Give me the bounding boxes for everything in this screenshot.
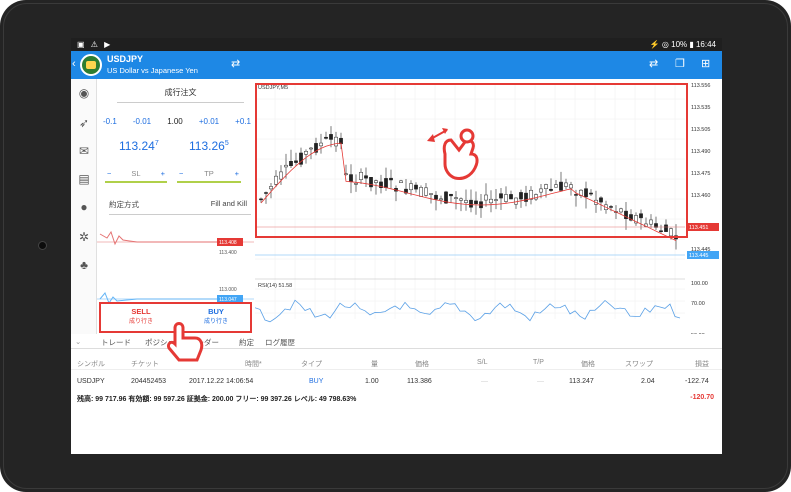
- order-panel: 成行注文 -0.1 -0.01 1.00 +0.01 +0.1 113.247 …: [97, 79, 254, 334]
- col-price[interactable]: 価格: [581, 359, 595, 369]
- back-icon[interactable]: ‹: [72, 58, 76, 70]
- chat-icon[interactable]: ●: [76, 199, 92, 215]
- switch-icon[interactable]: ⇄: [231, 57, 240, 70]
- symbol-title: USDJPY: [107, 54, 144, 64]
- bid-price-tag: 113.445: [689, 253, 708, 259]
- currency-flag-icon: [80, 54, 102, 76]
- rsi-label: RSI(14) 51.58: [258, 283, 292, 289]
- step-plus-01[interactable]: +0.1: [235, 117, 251, 126]
- bid-price: 113.247: [119, 139, 159, 153]
- step-minus-01[interactable]: -0.1: [103, 117, 117, 126]
- col-symbol[interactable]: シンボル: [77, 359, 105, 369]
- status-right: ⚡ ◎ 10% ▮ 16:44: [649, 40, 716, 49]
- sl-field[interactable]: − SL +: [105, 169, 167, 183]
- volume-value[interactable]: 1.00: [167, 117, 183, 126]
- tp-field[interactable]: − TP +: [177, 169, 241, 183]
- mail-icon[interactable]: ✉: [76, 143, 92, 159]
- step-plus-001[interactable]: +0.01: [199, 117, 219, 126]
- order-type-select[interactable]: 成行注文: [117, 87, 244, 103]
- new-document-icon[interactable]: ⊞: [701, 57, 710, 70]
- tab-history[interactable]: ログ履歴: [265, 337, 295, 348]
- current-price-tag: 113.451: [689, 225, 708, 231]
- col-profit[interactable]: 損益: [695, 359, 709, 369]
- price-tick: 113.535: [691, 105, 710, 111]
- mini-chart-bid: 113.408 113.400: [97, 230, 254, 256]
- camera-lens: [38, 241, 47, 250]
- sl-label: SL: [131, 169, 141, 178]
- mini-ask-price: 113.000: [219, 287, 237, 293]
- sl-plus-button[interactable]: +: [161, 169, 165, 178]
- screen: ▣ ⚠ ▶ ⚡ ◎ 10% ▮ 16:44 ‹ USDJPY US Dollar…: [71, 38, 722, 454]
- col-ticket[interactable]: チケット: [131, 359, 159, 369]
- fill-label: 約定方式: [109, 200, 139, 209]
- app-bar: ‹ USDJPY US Dollar vs Japanese Yen ⇄ ⇄ ❐…: [71, 51, 722, 79]
- settings-icon[interactable]: ✲: [76, 229, 92, 245]
- status-left-icons: ▣ ⚠ ▶: [77, 40, 113, 49]
- account-summary: 残高: 99 717.96 有効額: 99 597.26 証拠金: 200.00…: [77, 396, 357, 403]
- symbol-description: US Dollar vs Japanese Yen: [107, 66, 198, 75]
- tap-gesture-icon: [167, 322, 204, 362]
- fill-policy-select[interactable]: 約定方式 Fill and Kill: [109, 199, 251, 215]
- rocket-icon[interactable]: ➶: [76, 115, 92, 131]
- quotes-icon[interactable]: ◉: [76, 85, 92, 101]
- price-tick: 113.460: [691, 193, 710, 199]
- rsi-tick: 100.00: [691, 281, 708, 287]
- total-profit: -120.70: [690, 394, 714, 401]
- price-tick: 113.505: [691, 127, 710, 133]
- mini-bid-price2: 113.400: [219, 250, 237, 256]
- price-tick: 113.475: [691, 171, 710, 177]
- fill-value: Fill and Kill: [210, 199, 247, 208]
- mini-bid-price: 113.408: [219, 240, 237, 246]
- col-swap[interactable]: スワップ: [625, 359, 653, 369]
- ask-price: 113.265: [189, 139, 229, 153]
- volume-steps: -0.1 -0.01 1.00 +0.01 +0.1: [103, 117, 251, 126]
- tp-plus-button[interactable]: +: [235, 169, 239, 178]
- col-time[interactable]: 時間*: [245, 359, 262, 369]
- tp-label: TP: [204, 169, 214, 178]
- tab-deals[interactable]: 約定: [239, 337, 254, 348]
- table-row[interactable]: USDJPY 204452453 2017.12.22 14:06:54 BUY…: [71, 375, 722, 389]
- rsi-tick: 50.00: [691, 333, 705, 334]
- left-nav: ◉ ➶ ✉ ▤ ● ✲ ♣: [71, 79, 97, 334]
- community-icon[interactable]: ♣: [76, 257, 92, 273]
- col-volume[interactable]: 量: [371, 359, 378, 369]
- col-sl[interactable]: S/L: [477, 359, 488, 366]
- col-tp[interactable]: T/P: [533, 359, 544, 366]
- price-tick: 113.556: [691, 83, 710, 89]
- price-tick: 113.490: [691, 149, 710, 155]
- pinch-gesture-icon: [427, 128, 479, 180]
- status-bar: ▣ ⚠ ▶ ⚡ ◎ 10% ▮ 16:44: [71, 38, 722, 51]
- step-minus-001[interactable]: -0.01: [133, 117, 151, 126]
- rsi-tick: 70.00: [691, 301, 705, 307]
- news-icon[interactable]: ▤: [76, 171, 92, 187]
- tabs-chevron-icon[interactable]: ⌄: [75, 337, 81, 346]
- windows-icon[interactable]: ❐: [675, 57, 685, 70]
- col-type[interactable]: タイプ: [301, 359, 322, 369]
- col-open-price[interactable]: 価格: [415, 359, 429, 369]
- swap-icon[interactable]: ⇄: [649, 57, 658, 70]
- tab-trade[interactable]: トレード: [101, 337, 131, 348]
